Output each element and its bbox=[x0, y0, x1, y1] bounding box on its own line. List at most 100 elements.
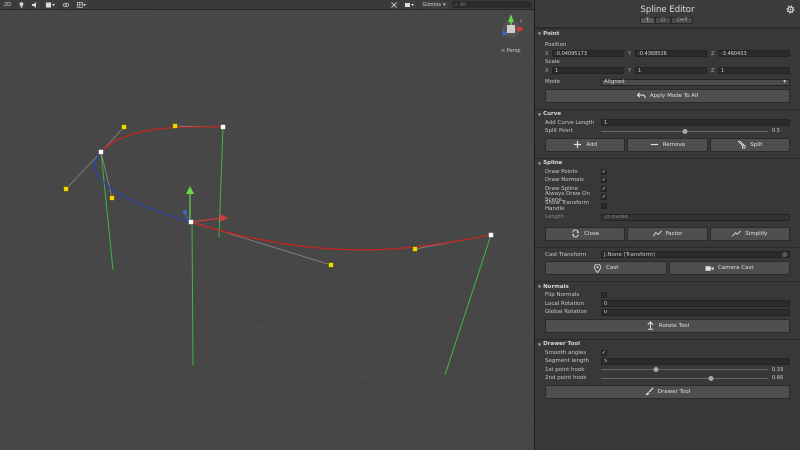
drawer-tool-button[interactable]: Drawer Tool bbox=[545, 384, 790, 399]
scene-canvas[interactable]: y bbox=[0, 0, 534, 450]
split-point-slider[interactable]: 0.5 bbox=[601, 128, 790, 134]
section-header-normals[interactable]: ▼ Normals bbox=[535, 282, 800, 291]
always-draw-checkbox[interactable]: ✓ bbox=[601, 194, 607, 201]
slider-track bbox=[601, 128, 768, 134]
split-button[interactable]: Split bbox=[709, 137, 790, 152]
split-point-value[interactable]: 0.5 bbox=[772, 128, 790, 134]
tab-rect-transform[interactable]: ☐+T bbox=[670, 17, 694, 24]
cast-transform-field[interactable]: J.None (Transform) ◎ bbox=[601, 251, 790, 259]
mode-dropdown[interactable]: Aligned ▾ bbox=[601, 78, 790, 86]
add-curve-length-field[interactable]: 1 bbox=[601, 119, 790, 127]
section-header-drawer[interactable]: ▼ Drawer Tool bbox=[535, 340, 800, 349]
global-rotation-label: Global Rotation bbox=[545, 309, 588, 316]
local-rotation-label: Local Rotation bbox=[545, 300, 585, 307]
spline-control-points bbox=[98, 124, 494, 238]
triangle-down-icon: ▼ bbox=[538, 341, 542, 347]
hidden-objects-icon[interactable] bbox=[61, 0, 72, 9]
local-rotation-field[interactable]: 0 bbox=[601, 300, 790, 308]
smooth-angles-checkbox[interactable]: ✓ bbox=[601, 349, 607, 356]
slider-track bbox=[601, 375, 768, 381]
orientation-gizmo: y bbox=[502, 14, 524, 38]
draw-spline-checkbox[interactable]: ✓ bbox=[601, 185, 607, 192]
spline-editor-panel: Spline Editor T ☐ ☐+T ▼ Point Position X… bbox=[534, 0, 800, 450]
scene-view[interactable]: y 2D Gizmos ▾ ⌕ All < Persp bbox=[0, 0, 534, 450]
hook2-row: 2nd point hook 0.66 bbox=[535, 374, 800, 383]
slider-thumb[interactable] bbox=[708, 375, 714, 381]
slider-thumb[interactable] bbox=[682, 128, 687, 134]
hook2-value[interactable]: 0.66 bbox=[772, 375, 790, 381]
apply-mode-button[interactable]: Apply Mode To All bbox=[545, 88, 790, 103]
position-z-field[interactable]: -3.460433 bbox=[718, 50, 790, 58]
show-handle-checkbox[interactable] bbox=[601, 202, 607, 209]
camera-settings-icon[interactable] bbox=[403, 0, 416, 9]
section-normals: ▼ Normals Flip Normals Local Rotation 0 … bbox=[535, 281, 800, 339]
axis-label-x: X bbox=[545, 50, 549, 57]
effects-dropdown-icon[interactable] bbox=[44, 0, 58, 9]
simplify-button[interactable]: Simplify bbox=[709, 226, 790, 241]
flip-normals-checkbox[interactable] bbox=[601, 292, 607, 299]
panel-header: Spline Editor T ☐ ☐+T bbox=[535, 0, 800, 28]
cast-button[interactable]: Cast bbox=[545, 261, 667, 275]
scale-y-field[interactable]: 1 bbox=[635, 67, 707, 75]
camera-cast-button[interactable]: Camera Cast bbox=[668, 261, 790, 275]
section-title: Drawer Tool bbox=[543, 341, 580, 347]
length-field: 15.69088 bbox=[601, 213, 790, 221]
scale-z-field[interactable]: 1 bbox=[718, 67, 790, 75]
section-header-spline[interactable]: ▼ Spline bbox=[535, 159, 800, 168]
tab-transform[interactable]: T bbox=[640, 17, 655, 24]
draw-points-checkbox[interactable]: ✓ bbox=[601, 168, 607, 175]
position-y-field[interactable]: -0.4368526 bbox=[635, 50, 707, 58]
toggle-2d-button[interactable]: 2D bbox=[2, 0, 14, 9]
split-label: Split bbox=[750, 141, 763, 148]
hook1-slider[interactable]: 0.33 bbox=[601, 367, 790, 373]
length-label: Length bbox=[545, 214, 564, 221]
add-button[interactable]: Add bbox=[545, 137, 626, 152]
arrow-up-icon bbox=[647, 321, 654, 330]
rotate-tool-label: Rotate Tool bbox=[658, 322, 690, 329]
draw-normals-checkbox[interactable]: ✓ bbox=[601, 177, 607, 184]
panel-title: Spline Editor bbox=[640, 5, 695, 15]
position-x-field[interactable]: -0.04095173 bbox=[552, 50, 624, 58]
hook1-value[interactable]: 0.33 bbox=[772, 367, 790, 373]
mode-value: Aligned bbox=[604, 79, 625, 86]
draw-points-label: Draw Points bbox=[545, 168, 578, 175]
tools-icon[interactable] bbox=[389, 0, 399, 9]
section-title: Spline bbox=[543, 160, 563, 166]
minus-icon bbox=[650, 143, 658, 146]
flip-normals-label: Flip Normals bbox=[545, 292, 580, 299]
lighting-toggle-icon[interactable] bbox=[17, 0, 27, 9]
grid-dropdown-icon[interactable] bbox=[75, 0, 89, 9]
section-drawer-tool: ▼ Drawer Tool Smooth angles ✓ Segment le… bbox=[535, 338, 800, 399]
close-button[interactable]: Close bbox=[545, 226, 626, 241]
section-header-curve[interactable]: ▼ Curve bbox=[535, 110, 800, 119]
section-header-point[interactable]: ▼ Point bbox=[535, 29, 800, 38]
segment-length-field[interactable]: 5 bbox=[601, 357, 790, 365]
section-title: Normals bbox=[543, 283, 569, 290]
search-icon: ⌕ bbox=[455, 1, 458, 8]
persp-label[interactable]: < Persp bbox=[501, 48, 521, 54]
cast-transform-value: J.None (Transform) bbox=[604, 251, 656, 258]
slider-track bbox=[601, 367, 768, 373]
smooth-angles-row: Smooth angles ✓ bbox=[535, 349, 800, 358]
global-rotation-field[interactable]: 0 bbox=[601, 308, 790, 316]
spline-curve-blue bbox=[94, 151, 191, 223]
global-rotation-row: Global Rotation 0 bbox=[535, 308, 800, 317]
cast-buttons: Cast Camera Cast bbox=[535, 261, 800, 275]
remove-button[interactable]: Remove bbox=[627, 137, 708, 152]
gizmos-dropdown[interactable]: Gizmos ▾ bbox=[420, 0, 448, 9]
mode-tabs: T ☐ ☐+T bbox=[640, 17, 694, 24]
scale-x-field[interactable]: 1 bbox=[552, 67, 624, 75]
audio-toggle-icon[interactable] bbox=[30, 0, 41, 9]
rotate-tool-button[interactable]: Rotate Tool bbox=[545, 318, 790, 333]
slider-thumb[interactable] bbox=[653, 367, 659, 373]
object-picker-icon[interactable]: ◎ bbox=[782, 252, 787, 258]
hook2-slider[interactable]: 0.66 bbox=[601, 375, 790, 381]
gear-icon[interactable] bbox=[785, 4, 796, 15]
camera-cast-label: Camera Cast bbox=[717, 265, 754, 271]
paintbrush-icon bbox=[645, 387, 654, 396]
scene-search-input[interactable]: ⌕ All bbox=[452, 1, 532, 8]
factor-button[interactable]: Factor bbox=[627, 226, 708, 241]
tab-rect[interactable]: ☐ bbox=[654, 17, 671, 24]
triangle-down-icon: ▼ bbox=[538, 284, 542, 289]
factor-label: Factor bbox=[665, 230, 683, 237]
